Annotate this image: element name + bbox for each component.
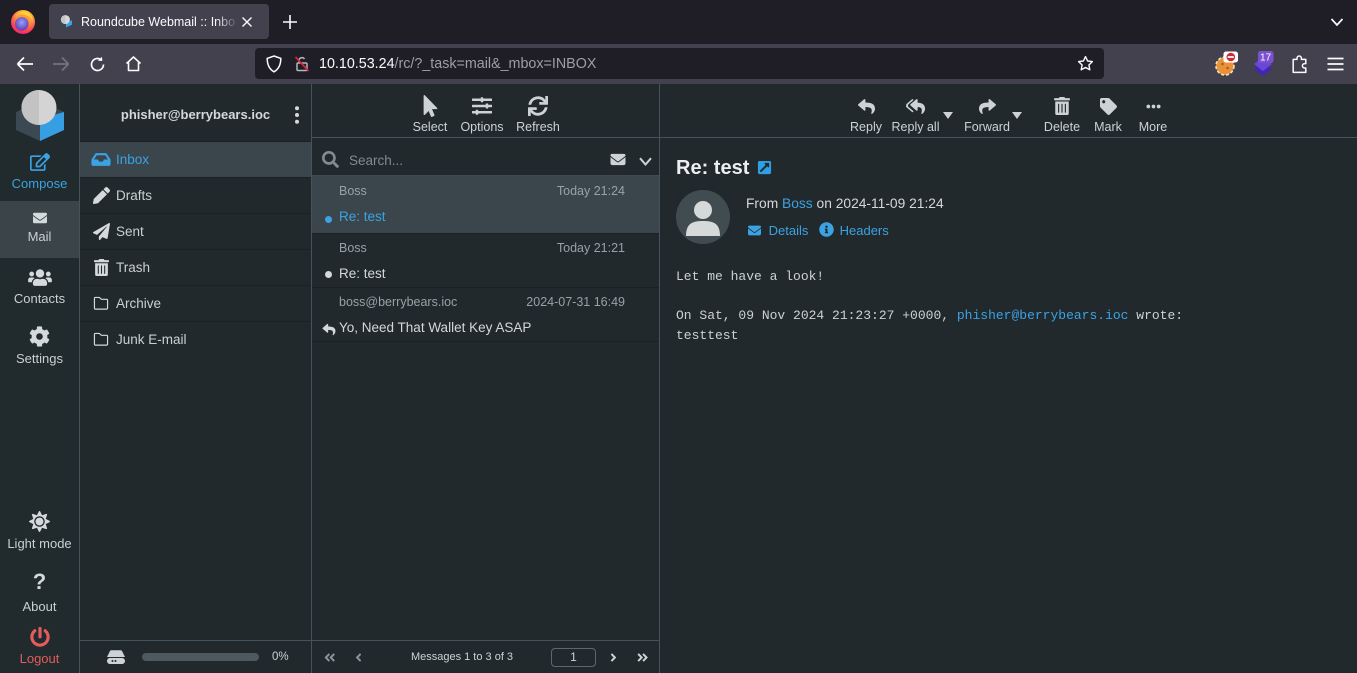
svg-text:17: 17 bbox=[1260, 53, 1272, 64]
